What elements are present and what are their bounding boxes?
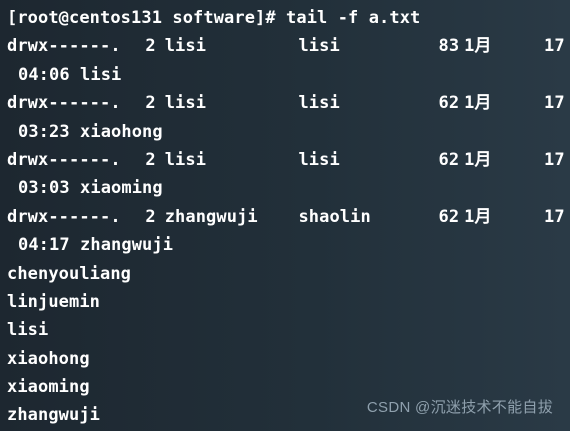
group: shaolin <box>298 206 371 227</box>
link-count: 2 <box>145 93 156 114</box>
entry-name: zhangwuji <box>80 235 174 256</box>
time: 03:23 <box>18 121 70 142</box>
owner: lisi <box>164 149 207 170</box>
listing-row-continuation: 04:17 zhangwuji <box>7 231 564 259</box>
day: 17 <box>544 149 565 170</box>
listing-row-continuation: 03:23 xiaohong <box>7 118 564 146</box>
terminal-window[interactable]: [root@centos131 software]# tail -f a.txt… <box>0 0 570 431</box>
time: 04:17 <box>18 235 70 256</box>
permissions: drwx------. <box>7 36 121 57</box>
group: lisi <box>298 36 340 57</box>
size: 62 <box>438 206 460 227</box>
permissions: drwx------. <box>7 149 121 170</box>
permissions: drwx------. <box>7 206 121 227</box>
output-line: xiaohong <box>7 348 90 369</box>
day: 17 <box>544 93 565 114</box>
owner: lisi <box>164 36 207 57</box>
listing-row: drwx------. 2 lisi lisi 83 1月 17 <box>7 32 565 60</box>
permissions: drwx------. <box>7 93 121 114</box>
listing-row-continuation: 03:03 xiaoming <box>7 174 564 202</box>
listing-row: drwx------. 2 lisi lisi 62 1月 17 <box>7 89 565 117</box>
owner: zhangwuji <box>164 206 258 227</box>
listing-row-continuation: 04:06 lisi <box>7 61 564 89</box>
entry-name: lisi <box>80 64 122 85</box>
month: 1月 <box>464 206 492 227</box>
listing-row: drwx------. 2 lisi lisi 62 1月 17 <box>7 146 565 174</box>
csdn-watermark: CSDN @沉迷技术不能自拔 <box>366 398 553 416</box>
month: 1月 <box>464 93 492 114</box>
owner: lisi <box>164 93 207 114</box>
output-line: lisi <box>7 320 49 341</box>
link-count: 2 <box>145 149 156 170</box>
size: 62 <box>438 149 460 170</box>
day: 17 <box>544 206 565 227</box>
command-prompt-line: [root@centos131 software]# tail -f a.txt <box>7 8 421 28</box>
size: 83 <box>438 36 460 57</box>
entry-name: xiaohong <box>80 121 163 142</box>
listing-row: drwx------. 2 zhangwuji shaolin 62 1月 17 <box>7 203 565 231</box>
time: 04:06 <box>18 64 70 85</box>
group: lisi <box>298 93 340 114</box>
link-count: 2 <box>145 36 156 57</box>
entry-name: xiaoming <box>80 178 163 199</box>
month: 1月 <box>464 36 492 57</box>
day: 17 <box>544 36 565 57</box>
month: 1月 <box>464 149 492 170</box>
link-count: 2 <box>145 206 156 227</box>
size: 62 <box>438 93 460 114</box>
output-line: chenyouliang <box>7 263 132 284</box>
group: lisi <box>298 149 340 170</box>
output-line: linjuemin <box>7 291 101 312</box>
time: 03:03 <box>18 178 70 199</box>
